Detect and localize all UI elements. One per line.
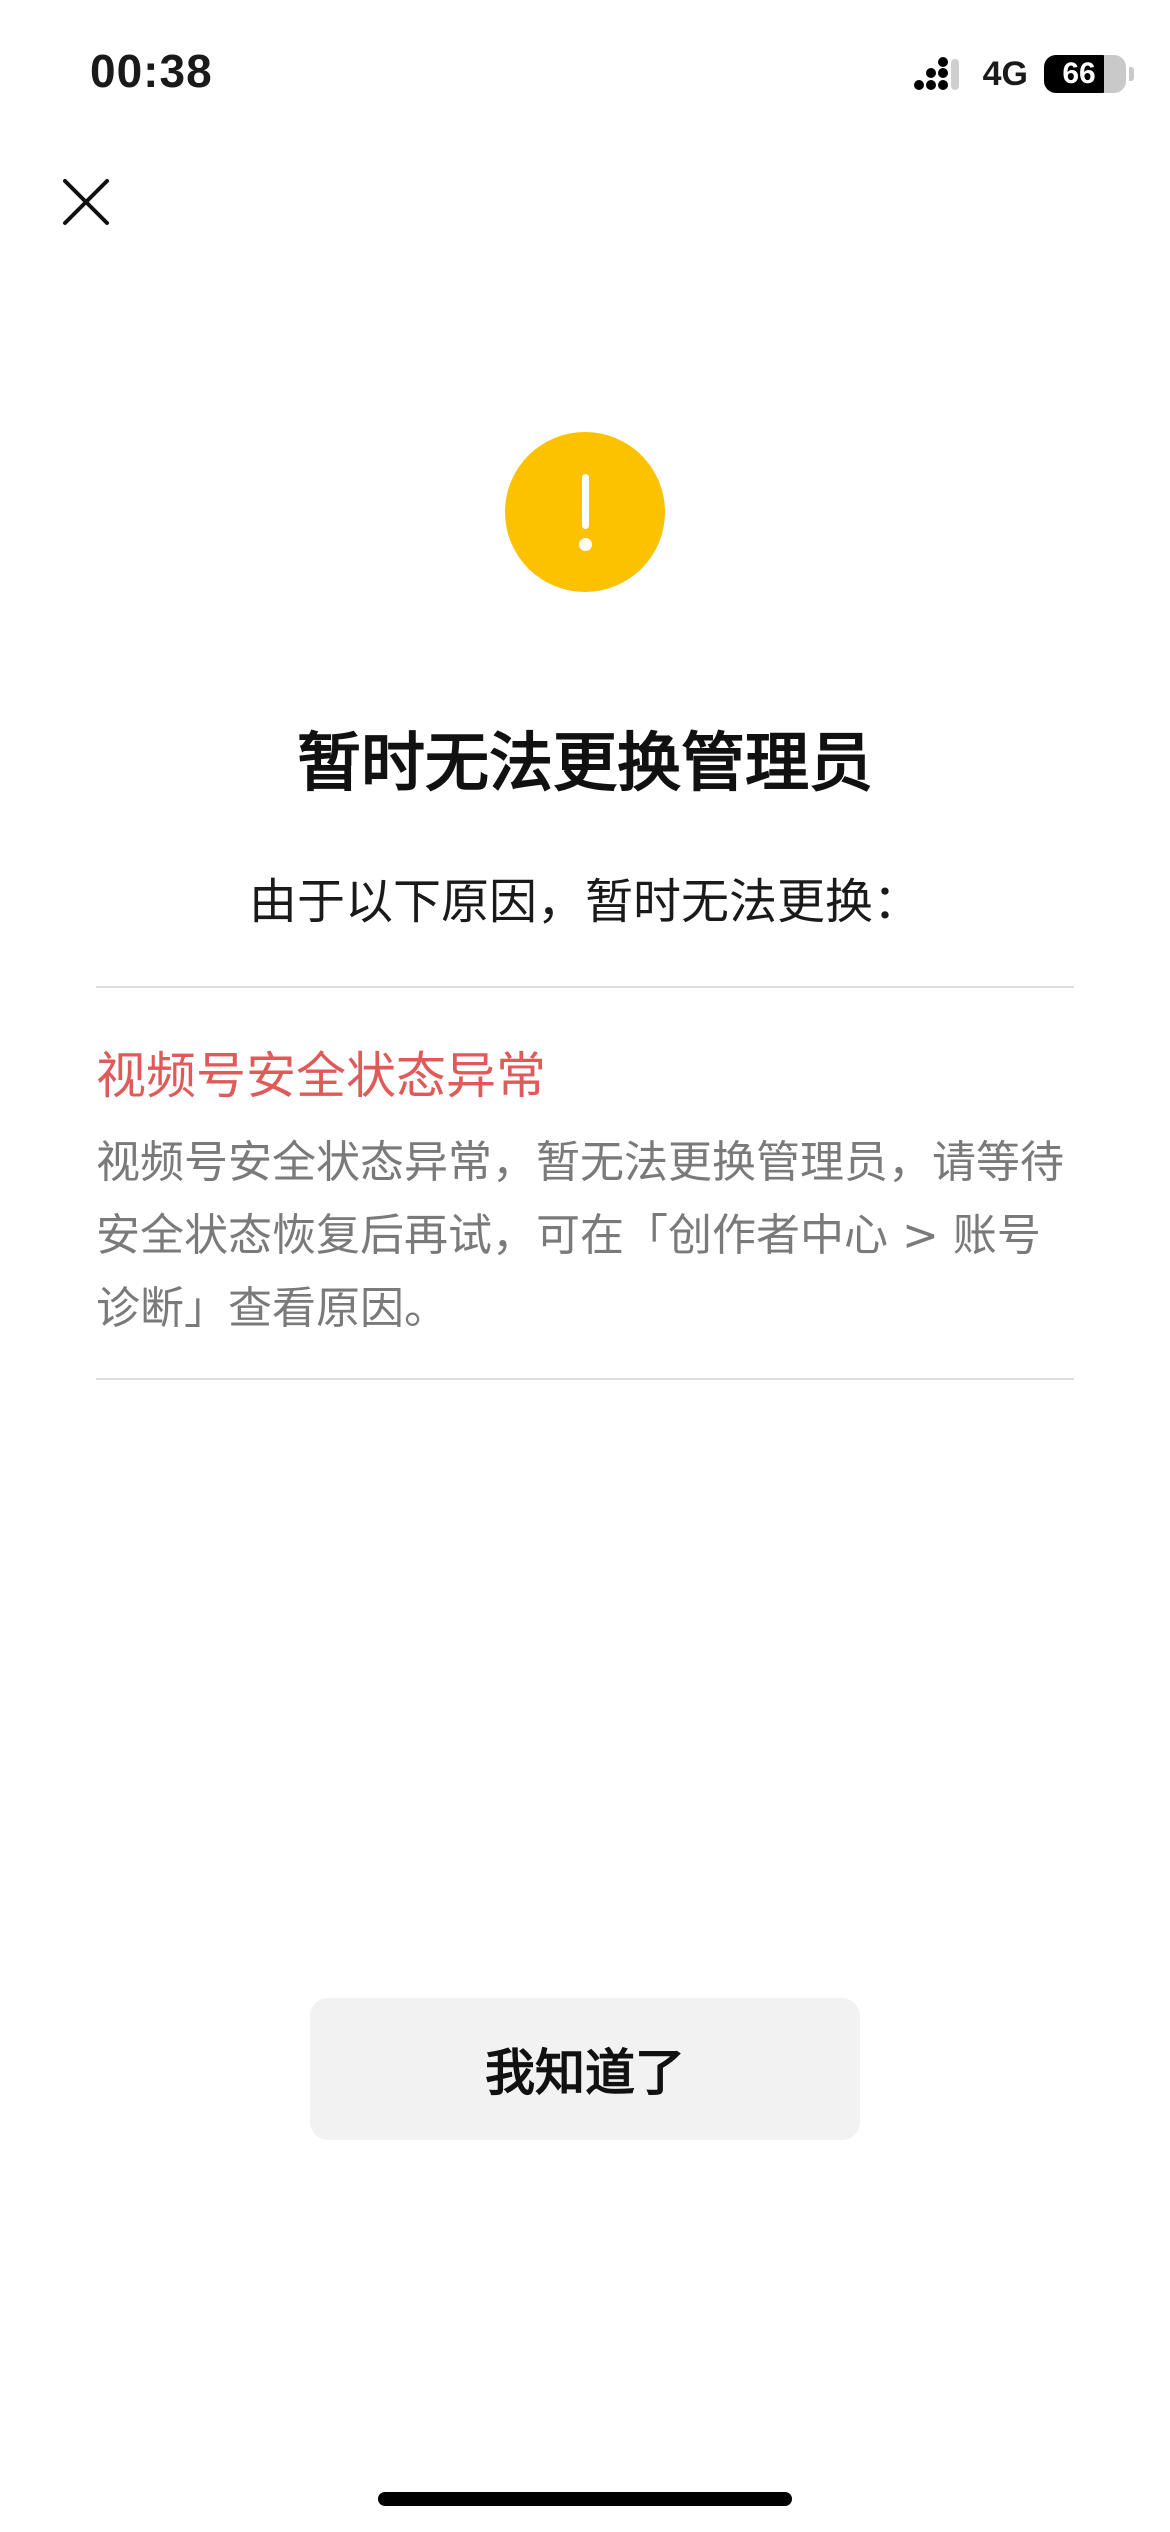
reason-description: 视频号安全状态异常，暂无法更换管理员，请等待安全状态恢复后再试，可在「创作者中心… <box>96 1137 1064 1334</box>
status-time: 00:38 <box>90 45 213 97</box>
network-type: 4G <box>982 54 1028 93</box>
battery-nub <box>1129 67 1134 81</box>
status-bar: 00:38 4G 66 <box>0 0 1170 150</box>
exclamation-circle-icon <box>505 432 665 592</box>
home-indicator <box>378 2492 792 2506</box>
reason-title: 视频号安全状态异常 <box>96 1047 546 1105</box>
page-subtitle: 由于以下原因，暂时无法更换： <box>248 874 921 930</box>
divider-top <box>96 986 1074 988</box>
battery-empty-segment <box>1104 55 1126 93</box>
confirm-button[interactable]: 我知道了 <box>310 1998 860 2140</box>
close-button[interactable] <box>54 170 118 234</box>
page-title: 暂时无法更换管理员 <box>297 727 873 801</box>
battery-icon: 66 <box>1044 55 1134 93</box>
status-indicators: 4G 66 <box>913 52 1134 96</box>
signal-bars-icon <box>913 57 959 90</box>
divider-bottom <box>96 1378 1074 1380</box>
battery-level: 66 <box>1062 57 1096 90</box>
exclamation-bar <box>582 474 589 529</box>
close-icon <box>63 179 109 225</box>
exclamation-dot <box>579 538 592 551</box>
